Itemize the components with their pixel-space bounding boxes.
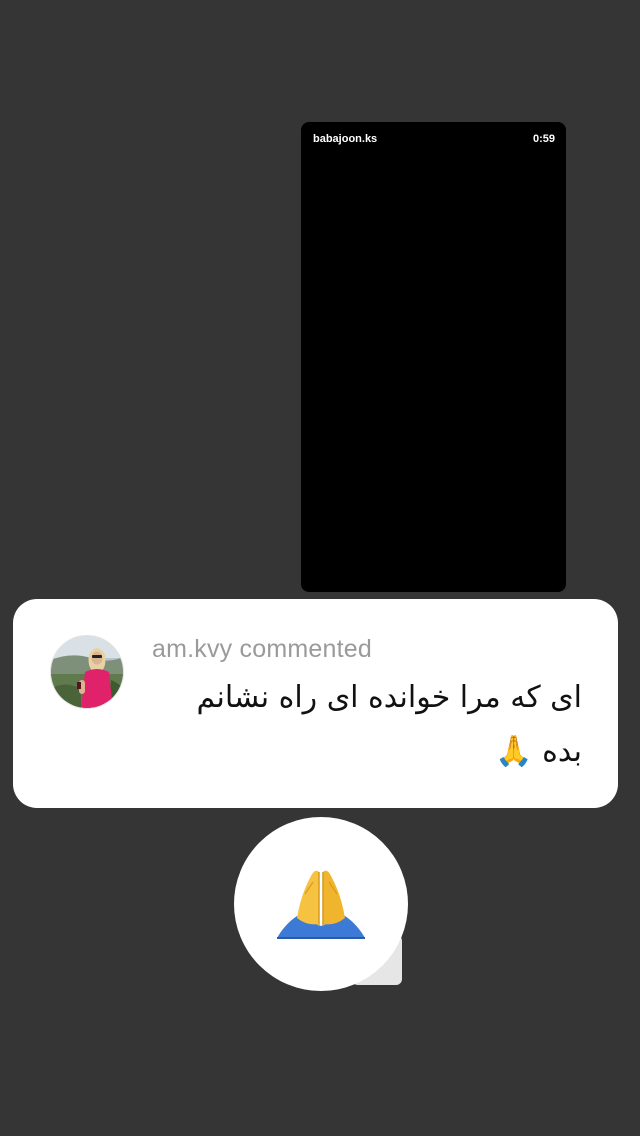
avatar (50, 635, 124, 709)
reaction-button[interactable] (234, 817, 410, 993)
reel-preview[interactable]: babajoon.ks 0:59 (301, 122, 566, 592)
comment-sticker[interactable]: am.kvy commented ای که مرا خوانده ای راه… (13, 599, 618, 808)
reel-username: babajoon.ks (313, 133, 378, 145)
comment-author-label: am.kvy commented (152, 635, 372, 663)
story-reply-screen: babajoon.ks 0:59 am.kvy commented ای که (0, 0, 640, 1136)
reel-duration: 0:59 (532, 133, 555, 145)
folded-hands-icon (277, 870, 365, 939)
comment-text: ای که مرا خوانده ای راه نشانم بده 🙏 (196, 680, 582, 769)
avatar-photo-icon (51, 636, 123, 708)
reaction-circle[interactable] (234, 817, 408, 991)
